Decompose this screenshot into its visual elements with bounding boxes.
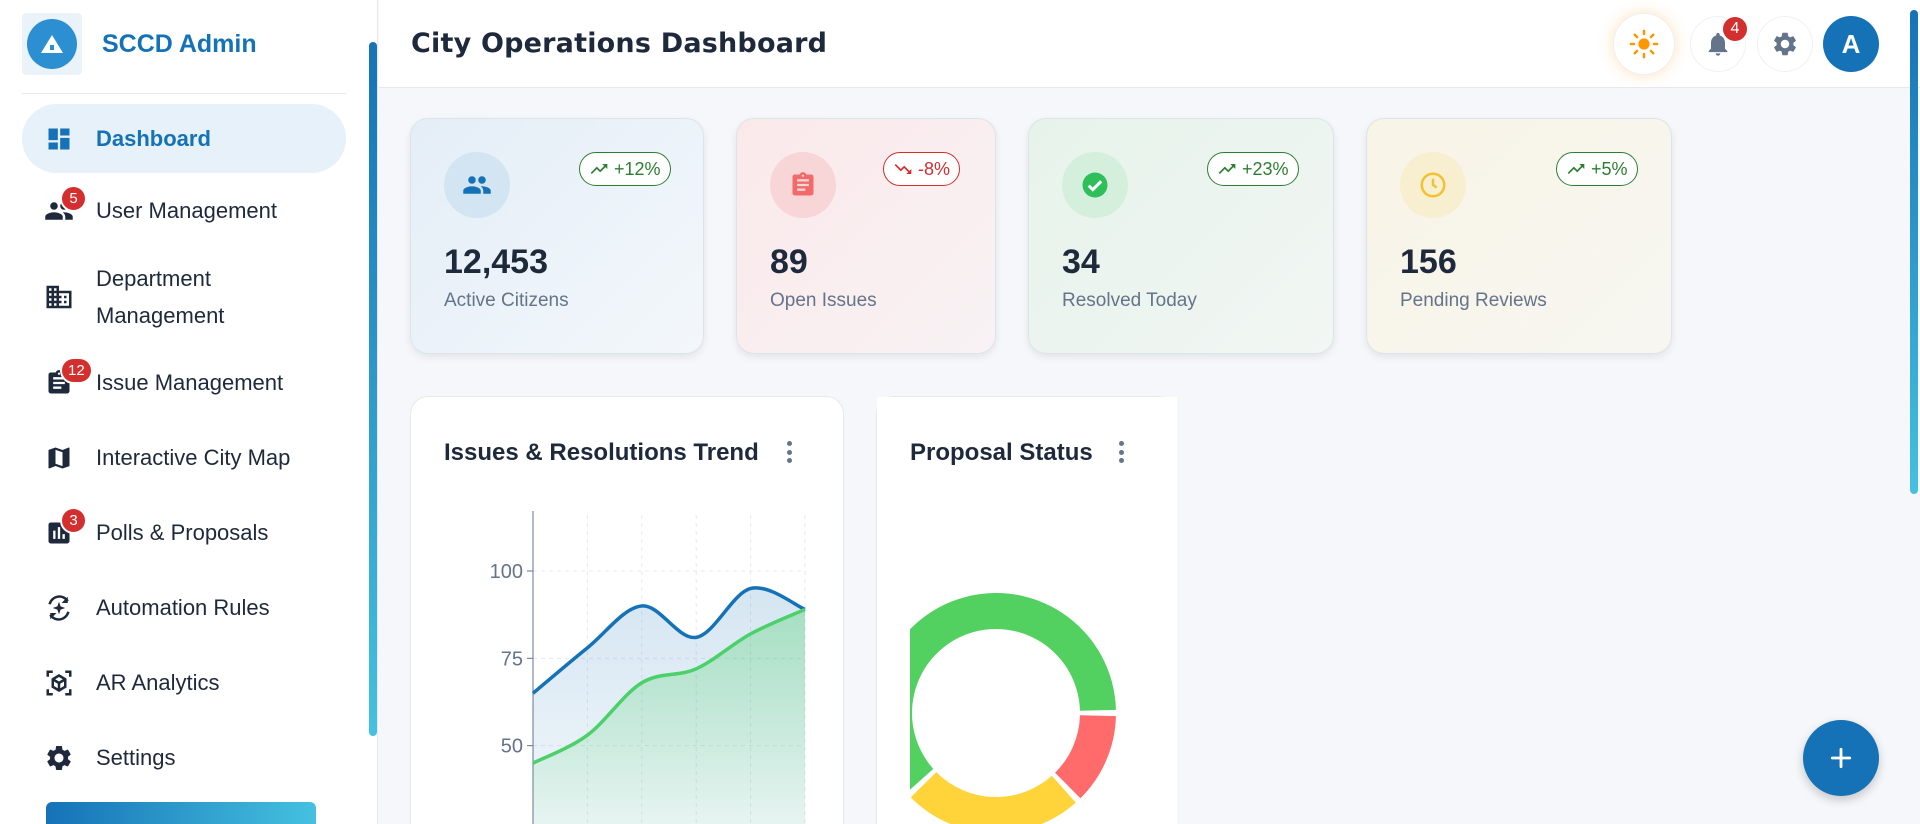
sidebar-item-polls[interactable]: 3 Polls & Proposals bbox=[22, 495, 346, 570]
stat-card-resolved-today[interactable]: +23% 34 Resolved Today bbox=[1028, 118, 1334, 354]
sidebar-item-label: Polls & Proposals bbox=[96, 520, 269, 545]
trending-up-icon bbox=[1567, 164, 1585, 174]
stat-card-pending-reviews[interactable]: +5% 156 Pending Reviews bbox=[1366, 118, 1672, 354]
brand-logo bbox=[22, 13, 82, 75]
stat-card-active-citizens[interactable]: +12% 12,453 Active Citizens bbox=[410, 118, 704, 354]
dashboard-icon bbox=[42, 122, 76, 156]
sidebar: SCCD Admin Dashboard 5 User Management D… bbox=[0, 0, 378, 824]
sidebar-item-departments[interactable]: Department Management bbox=[22, 248, 346, 345]
sidebar-nav: Dashboard 5 User Management Department M… bbox=[22, 104, 346, 795]
y-tick-label: 50 bbox=[501, 736, 523, 758]
sidebar-item-label: Dashboard bbox=[96, 126, 211, 151]
sidebar-scrollbar[interactable] bbox=[369, 42, 377, 736]
people-icon: 5 bbox=[42, 184, 87, 228]
brand[interactable]: SCCD Admin bbox=[22, 13, 257, 75]
sidebar-item-label: Automation Rules bbox=[96, 595, 270, 620]
stat-value: 12,453 bbox=[444, 243, 548, 281]
sidebar-item-ar-analytics[interactable]: AR Analytics bbox=[22, 645, 346, 720]
stat-label: Open Issues bbox=[770, 290, 877, 311]
trend-value: +5% bbox=[1591, 158, 1628, 179]
plus-icon bbox=[1830, 747, 1852, 769]
clock-icon bbox=[1400, 152, 1466, 218]
notification-badge: 3 bbox=[60, 506, 87, 534]
proposal-donut-chart bbox=[877, 397, 1177, 824]
trending-down-icon bbox=[894, 164, 912, 174]
notification-badge: 4 bbox=[1721, 15, 1749, 43]
poll-icon: 3 bbox=[42, 506, 87, 550]
trend-badge: +23% bbox=[1207, 152, 1299, 186]
trend-chart: 255075100 bbox=[490, 511, 806, 824]
notifications-button[interactable]: 4 bbox=[1690, 15, 1749, 72]
divider bbox=[22, 93, 346, 94]
notification-badge: 12 bbox=[60, 356, 93, 384]
sidebar-item-label: User Management bbox=[96, 198, 277, 223]
sidebar-item-issues[interactable]: 12 Issue Management bbox=[22, 345, 346, 420]
sidebar-item-settings[interactable]: Settings bbox=[22, 720, 346, 795]
stat-label: Resolved Today bbox=[1062, 290, 1197, 311]
add-fab-button[interactable] bbox=[1803, 720, 1879, 796]
map-icon bbox=[42, 441, 76, 475]
sidebar-item-dashboard[interactable]: Dashboard bbox=[22, 104, 346, 173]
chart-mask bbox=[1144, 397, 1177, 824]
automation-icon bbox=[42, 591, 76, 625]
sidebar-item-label: Settings bbox=[96, 745, 176, 770]
trend-value: +12% bbox=[614, 158, 661, 179]
trend-chart-card: Issues & Resolutions Trend 255075100 bbox=[410, 396, 844, 824]
trend-badge: -8% bbox=[883, 152, 961, 186]
trend-badge: +5% bbox=[1556, 152, 1638, 186]
chart-mask bbox=[877, 397, 910, 824]
theme-toggle-button[interactable] bbox=[1613, 13, 1675, 75]
donut-slice bbox=[1055, 715, 1116, 799]
sidebar-item-users[interactable]: 5 User Management bbox=[22, 173, 346, 248]
sidebar-item-label: Department Management bbox=[96, 265, 225, 328]
y-tick-label: 100 bbox=[490, 561, 523, 583]
top-header: City Operations Dashboard 4 A bbox=[379, 0, 1920, 88]
notification-badge: 5 bbox=[60, 184, 87, 212]
trend-badge: +12% bbox=[579, 152, 671, 186]
sidebar-footer-bar bbox=[46, 802, 316, 824]
clipboard-icon: 12 bbox=[42, 356, 93, 400]
stat-value: 34 bbox=[1062, 243, 1100, 281]
trending-up-icon bbox=[590, 164, 608, 174]
stat-label: Pending Reviews bbox=[1400, 290, 1547, 311]
donut-slice bbox=[910, 772, 1076, 824]
check-circle-icon bbox=[1062, 152, 1128, 218]
gear-icon bbox=[42, 741, 76, 775]
sidebar-item-label: AR Analytics bbox=[96, 670, 220, 695]
sidebar-item-automation[interactable]: Automation Rules bbox=[22, 570, 346, 645]
page-title: City Operations Dashboard bbox=[411, 28, 828, 59]
sidebar-item-city-map[interactable]: Interactive City Map bbox=[22, 420, 346, 495]
main-scrollbar[interactable] bbox=[1910, 10, 1918, 494]
trend-value: -8% bbox=[918, 158, 951, 179]
clipboard-icon bbox=[770, 152, 836, 218]
sidebar-item-label: Interactive City Map bbox=[96, 445, 291, 470]
ar-icon bbox=[42, 666, 76, 700]
avatar[interactable]: A bbox=[1823, 16, 1879, 72]
brand-name: SCCD Admin bbox=[102, 29, 257, 58]
stat-card-open-issues[interactable]: -8% 89 Open Issues bbox=[736, 118, 996, 354]
gear-icon bbox=[1774, 32, 1796, 56]
y-tick-label: 75 bbox=[501, 648, 523, 670]
settings-button[interactable] bbox=[1757, 16, 1813, 72]
stat-value: 89 bbox=[770, 243, 808, 281]
trending-up-icon bbox=[1218, 164, 1236, 174]
trend-value: +23% bbox=[1242, 158, 1289, 179]
sun-icon bbox=[1629, 29, 1659, 59]
people-icon bbox=[444, 152, 510, 218]
proposal-status-card: Proposal Status bbox=[876, 396, 1177, 824]
stat-value: 156 bbox=[1400, 243, 1457, 281]
building-icon bbox=[42, 280, 76, 314]
sidebar-item-label: Issue Management bbox=[96, 370, 284, 395]
stat-label: Active Citizens bbox=[444, 290, 569, 311]
